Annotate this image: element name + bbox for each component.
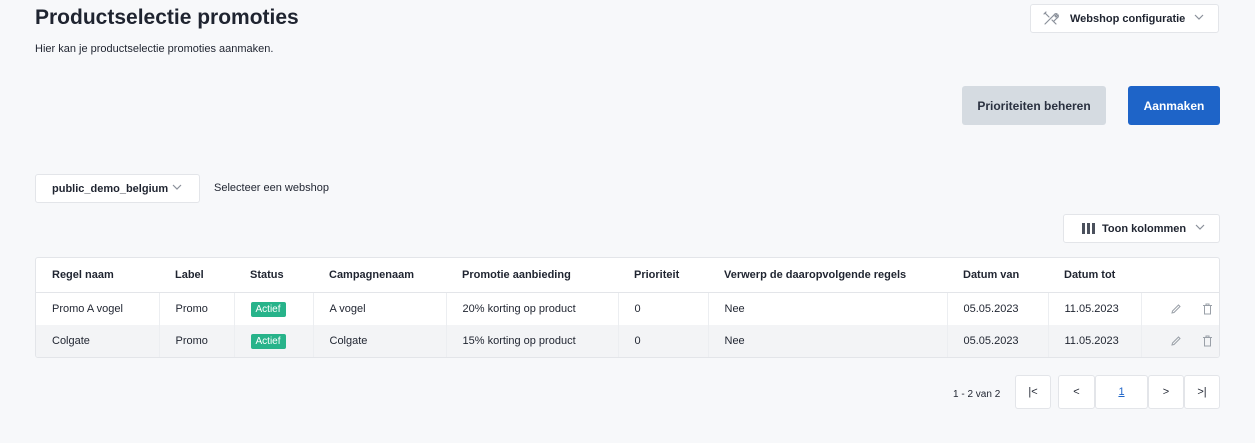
cell-actions xyxy=(1140,292,1219,325)
column-header-status[interactable]: Status xyxy=(234,258,313,293)
cell-rule-name: Colgate xyxy=(36,325,159,357)
show-columns-dropdown[interactable]: Toon kolommen xyxy=(1063,214,1220,243)
edit-pencil-icon[interactable] xyxy=(1170,335,1182,347)
cell-campaign: Colgate xyxy=(312,325,446,357)
column-header-priority[interactable]: Prioriteit xyxy=(618,258,708,293)
create-button[interactable]: Aanmaken xyxy=(1128,86,1220,125)
webshop-select-value: public_demo_belgium xyxy=(52,182,169,195)
table-row[interactable]: Colgate Promo Actief Colgate 15% korting… xyxy=(36,325,1219,357)
delete-trash-icon[interactable] xyxy=(1202,335,1213,347)
cell-discard-following: Nee xyxy=(707,325,947,357)
cell-date-from: 05.05.2023 xyxy=(946,292,1048,325)
columns-icon xyxy=(1082,223,1096,234)
cell-priority: 0 xyxy=(617,325,708,357)
delete-trash-icon[interactable] xyxy=(1202,303,1213,315)
webshop-config-label: Webshop configuratie xyxy=(1070,12,1186,25)
cell-label: Promo xyxy=(158,325,234,357)
webshop-select-hint: Selecteer een webshop xyxy=(214,182,329,194)
chevron-down-icon xyxy=(172,184,182,190)
cell-date-to: 11.05.2023 xyxy=(1047,325,1141,357)
promotions-table: Regel naam Label Status Campagnenaam Pro… xyxy=(35,257,1220,358)
last-page-button[interactable]: >| xyxy=(1184,375,1220,409)
chevron-down-icon xyxy=(1194,14,1204,20)
table-row[interactable]: Promo A vogel Promo Actief A vogel 20% k… xyxy=(36,292,1219,325)
next-page-button[interactable]: > xyxy=(1148,375,1184,409)
cell-rule-name: Promo A vogel xyxy=(52,303,123,315)
cell-label: Promo xyxy=(158,292,234,325)
cell-offer: 20% korting op product xyxy=(445,292,618,325)
cell-status: Actief xyxy=(233,325,313,357)
cell-date-from: 05.05.2023 xyxy=(946,325,1048,357)
column-header-label[interactable]: Label xyxy=(159,258,234,293)
show-columns-label: Toon kolommen xyxy=(1102,222,1187,235)
column-header-date-from[interactable]: Datum van xyxy=(947,258,1048,293)
chevron-down-icon xyxy=(1195,224,1205,230)
first-page-button[interactable]: |< xyxy=(1015,375,1051,409)
cell-status: Actief xyxy=(233,292,313,325)
column-header-campaign[interactable]: Campagnenaam xyxy=(313,258,446,293)
webshop-config-dropdown[interactable]: Webshop configuratie xyxy=(1030,4,1219,33)
cell-discard-following: Nee xyxy=(707,292,947,325)
status-badge: Actief xyxy=(250,301,286,317)
column-header-rule-name[interactable]: Regel naam xyxy=(36,258,159,293)
cell-offer: 15% korting op product xyxy=(445,325,618,357)
table-header-row: Regel naam Label Status Campagnenaam Pro… xyxy=(36,258,1219,293)
previous-page-button[interactable]: < xyxy=(1058,375,1095,409)
cell-date-to: 11.05.2023 xyxy=(1047,292,1141,325)
page-title: Productselectie promoties xyxy=(35,6,299,29)
cell-priority: 0 xyxy=(617,292,708,325)
page-number-button[interactable]: 1 xyxy=(1095,375,1148,409)
cell-actions xyxy=(1140,325,1219,357)
pagination-info: 1 - 2 van 2 xyxy=(953,389,1001,400)
column-header-discard-following[interactable]: Verwerp de daaropvolgende regels xyxy=(708,258,947,293)
column-header-actions xyxy=(1141,258,1219,293)
status-badge: Actief xyxy=(250,333,286,349)
column-header-date-to[interactable]: Datum tot xyxy=(1048,258,1141,293)
page-subtitle: Hier kan je productselectie promoties aa… xyxy=(35,43,274,55)
manage-priorities-button[interactable]: Prioriteiten beheren xyxy=(962,86,1106,125)
cell-campaign: A vogel xyxy=(312,292,446,325)
column-header-offer[interactable]: Promotie aanbieding xyxy=(446,258,618,293)
webshop-select[interactable]: public_demo_belgium xyxy=(35,174,200,203)
tools-icon xyxy=(1042,10,1059,27)
edit-pencil-icon[interactable] xyxy=(1170,303,1182,315)
